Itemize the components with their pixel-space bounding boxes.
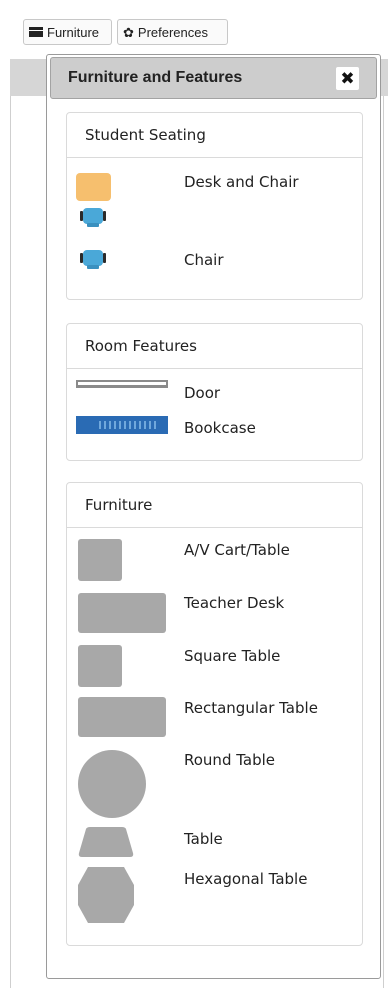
section-heading: Furniture xyxy=(67,483,362,528)
preferences-button-label: Preferences xyxy=(137,24,208,40)
round-table-shape[interactable] xyxy=(78,750,146,818)
item-label-desk-and-chair: Desk and Chair xyxy=(184,173,299,191)
hexagonal-table-shape[interactable] xyxy=(78,867,134,923)
close-icon: ✖ xyxy=(340,68,355,89)
item-label-hexagonal-table: Hexagonal Table xyxy=(184,870,308,888)
section-furniture: Furniture A/V Cart/Table Teacher Desk Sq… xyxy=(66,482,363,946)
item-label-door: Door xyxy=(184,384,221,402)
desk-chair-icon[interactable] xyxy=(79,206,107,228)
item-label-round-table: Round Table xyxy=(184,751,276,769)
bookcase-icon[interactable] xyxy=(76,416,168,434)
av-cart-shape[interactable] xyxy=(78,539,122,581)
rectangular-table-shape[interactable] xyxy=(78,697,166,737)
close-button[interactable]: ✖ xyxy=(336,67,359,90)
table-shape[interactable] xyxy=(78,827,134,857)
section-room-features: Room Features Door Bookcase xyxy=(66,323,363,461)
furniture-button[interactable]: Furniture xyxy=(23,19,112,45)
section-heading: Student Seating xyxy=(67,113,362,158)
teacher-desk-shape[interactable] xyxy=(78,593,166,633)
panel-title: Furniture and Features xyxy=(68,69,243,86)
item-label-av-cart-table: A/V Cart/Table xyxy=(184,541,290,559)
furniture-icon xyxy=(29,27,43,37)
gear-icon: ✿ xyxy=(123,24,134,40)
section-student-seating: Student Seating Desk and Chair Chair xyxy=(66,112,363,300)
background-divider-right xyxy=(383,96,384,988)
section-heading: Room Features xyxy=(67,324,362,369)
item-label-table: Table xyxy=(184,830,223,848)
item-label-chair: Chair xyxy=(184,251,224,269)
furniture-panel: Furniture and Features ✖ Student Seating… xyxy=(46,54,381,979)
item-label-bookcase: Bookcase xyxy=(184,419,256,437)
chair-icon[interactable] xyxy=(79,248,107,270)
square-table-shape[interactable] xyxy=(78,645,122,687)
furniture-button-label: Furniture xyxy=(47,24,100,40)
door-icon[interactable] xyxy=(76,380,168,390)
background-divider-left xyxy=(10,96,11,988)
desk-shape[interactable] xyxy=(76,173,111,201)
preferences-button[interactable]: ✿ Preferences xyxy=(117,19,228,45)
item-label-square-table: Square Table xyxy=(184,647,281,665)
item-label-rectangular-table: Rectangular Table xyxy=(184,699,318,717)
panel-header[interactable]: Furniture and Features ✖ xyxy=(50,57,377,99)
item-label-teacher-desk: Teacher Desk xyxy=(184,594,285,612)
